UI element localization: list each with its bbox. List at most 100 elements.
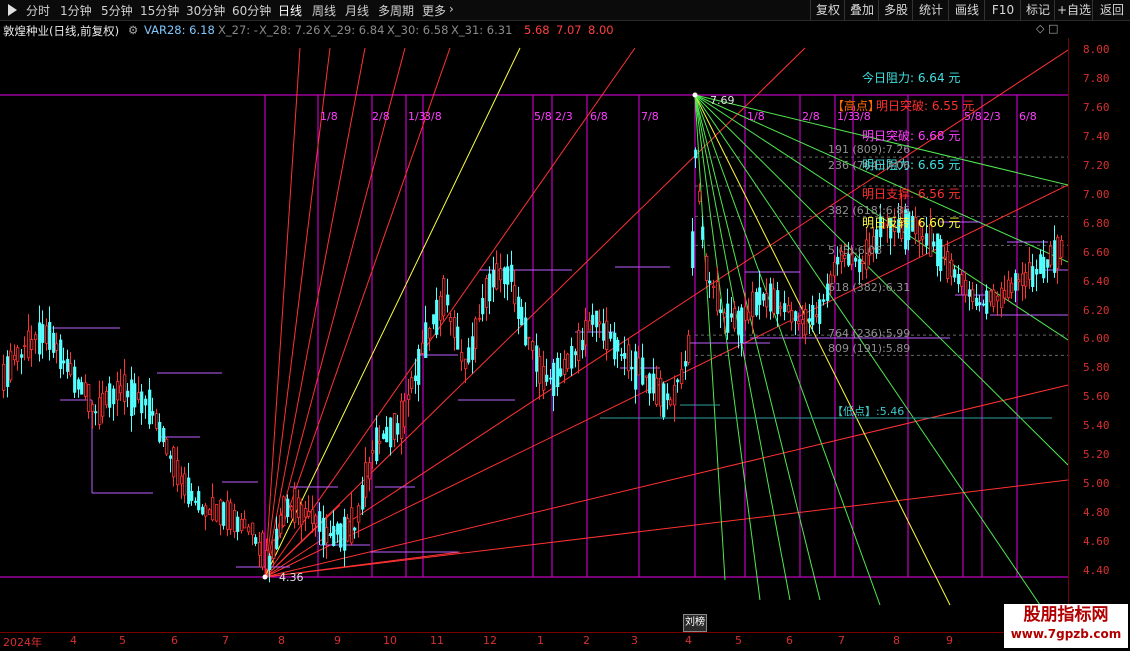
- overlay-button[interactable]: 叠加: [844, 0, 879, 20]
- period-tab-daily[interactable]: 日线: [278, 2, 302, 19]
- candle-body: [290, 506, 294, 511]
- candle-body: [350, 507, 354, 544]
- candle-body: [187, 477, 191, 504]
- back-button[interactable]: 返回: [1092, 0, 1130, 20]
- candle-body: [1039, 254, 1043, 274]
- candle-body: [627, 344, 631, 372]
- candle-body: [254, 537, 258, 544]
- candle-body: [322, 517, 326, 545]
- candle-body: [946, 251, 950, 279]
- draw-line-button[interactable]: 画线: [948, 0, 985, 20]
- period-tab-weekly[interactable]: 周线: [312, 2, 336, 19]
- price-tick-label: 5.60: [1083, 390, 1110, 404]
- period-tab-1min[interactable]: 1分钟: [60, 2, 92, 19]
- candle-body: [282, 496, 286, 527]
- candle-body: [460, 352, 464, 362]
- candle-body: [744, 306, 748, 321]
- date-tick-label: 2: [583, 634, 590, 647]
- candle-body: [1003, 290, 1007, 299]
- candle-body: [410, 377, 414, 389]
- candle-body: [34, 334, 38, 341]
- panel-icons[interactable]: ◇ □: [1036, 22, 1058, 35]
- menu-caret-icon[interactable]: [8, 4, 17, 16]
- price-tick-label: 7.80: [1083, 71, 1110, 85]
- candle-body: [258, 541, 262, 556]
- candle-body: [432, 314, 436, 325]
- period-tab-5min[interactable]: 5分钟: [101, 2, 133, 19]
- candle-body: [712, 285, 716, 289]
- candle-body: [158, 421, 162, 442]
- candle-body: [382, 433, 386, 439]
- period-tab-intraday[interactable]: 分时: [26, 2, 50, 19]
- candle-body: [943, 256, 947, 259]
- candle-body: [332, 525, 336, 546]
- candle-body: [108, 383, 112, 408]
- period-tab-15min[interactable]: 15分钟: [140, 2, 179, 19]
- candle-body: [957, 273, 961, 285]
- candle-body: [162, 427, 166, 443]
- mark-button[interactable]: 标记: [1020, 0, 1055, 20]
- candle-body: [38, 322, 42, 355]
- price-axis: 8.00 7.80 7.60 7.40 7.20 7.00 6.80 6.60 6.40 6.20…: [1068, 38, 1130, 632]
- price-tick-label: 5.00: [1083, 477, 1110, 491]
- candle-body: [414, 375, 418, 382]
- candle-body: [30, 339, 34, 350]
- f10-button[interactable]: F10: [984, 0, 1021, 20]
- tomorrow-breakout-b: 明日突破: 6.68 元: [862, 129, 961, 143]
- candle-body: [265, 550, 269, 570]
- candle-body: [950, 259, 954, 277]
- candle-body: [233, 509, 237, 533]
- statistics-button[interactable]: 统计: [912, 0, 949, 20]
- candle-body: [684, 361, 688, 367]
- date-tick-label: 6: [786, 634, 793, 647]
- candle-body: [378, 441, 382, 444]
- low-point-marker: [262, 574, 268, 580]
- high-point-marker: [692, 92, 698, 98]
- fraction-left-2-3: 2/3: [555, 110, 573, 123]
- price-tick-label: 6.60: [1083, 245, 1110, 259]
- settings-gear-icon[interactable]: ⚙: [128, 23, 138, 37]
- candle-body: [87, 384, 91, 412]
- candle-body: [613, 332, 617, 360]
- candle-body: [822, 299, 826, 302]
- candle-body: [861, 261, 865, 264]
- candle-body: [439, 295, 443, 321]
- fraction-left-2-8: 2/8: [372, 110, 390, 123]
- period-tab-60min[interactable]: 60分钟: [232, 2, 271, 19]
- candle-body: [779, 306, 783, 309]
- candle-body: [1049, 245, 1053, 266]
- candle-body: [45, 325, 49, 344]
- adjust-button[interactable]: 复权: [810, 0, 845, 20]
- candle-body: [41, 324, 45, 343]
- candle-body: [634, 351, 638, 390]
- candle-body: [858, 259, 862, 273]
- date-tick-label: 1: [537, 634, 544, 647]
- candle-body: [726, 303, 730, 333]
- date-tick-label: 2024年: [3, 636, 42, 649]
- add-watchlist-button[interactable]: +自选: [1054, 0, 1093, 20]
- gann-fan-line-up: [264, 384, 1068, 578]
- x28-value: X_28: 7.26: [259, 23, 321, 37]
- more-arrow-icon[interactable]: ›: [449, 2, 454, 16]
- period-tab-more[interactable]: 更多: [422, 2, 446, 19]
- candle-body: [400, 400, 404, 440]
- period-tab-multi[interactable]: 多周期: [378, 2, 414, 19]
- price-tick-label: 7.60: [1083, 100, 1110, 114]
- fraction-left-3-8: 3/8: [424, 110, 442, 123]
- candle-body: [971, 289, 975, 303]
- candle-body: [687, 334, 691, 363]
- stock-title: 敦煌种业(日线,前复权): [3, 24, 120, 38]
- candle-body: [140, 391, 144, 414]
- period-tab-30min[interactable]: 30分钟: [186, 2, 225, 19]
- price-tick-label: 7.00: [1083, 187, 1110, 201]
- candle-body: [105, 390, 109, 406]
- candle-body: [517, 296, 521, 319]
- x31b-value: 5.68: [524, 23, 550, 37]
- multi-stock-button[interactable]: 多股: [878, 0, 913, 20]
- x30-value: X_30: 6.58: [387, 23, 449, 37]
- candle-body: [794, 311, 798, 322]
- price-tick-label: 6.40: [1083, 274, 1110, 288]
- period-tab-monthly[interactable]: 月线: [345, 2, 369, 19]
- candle-body: [1021, 273, 1025, 286]
- candle-body: [180, 475, 184, 485]
